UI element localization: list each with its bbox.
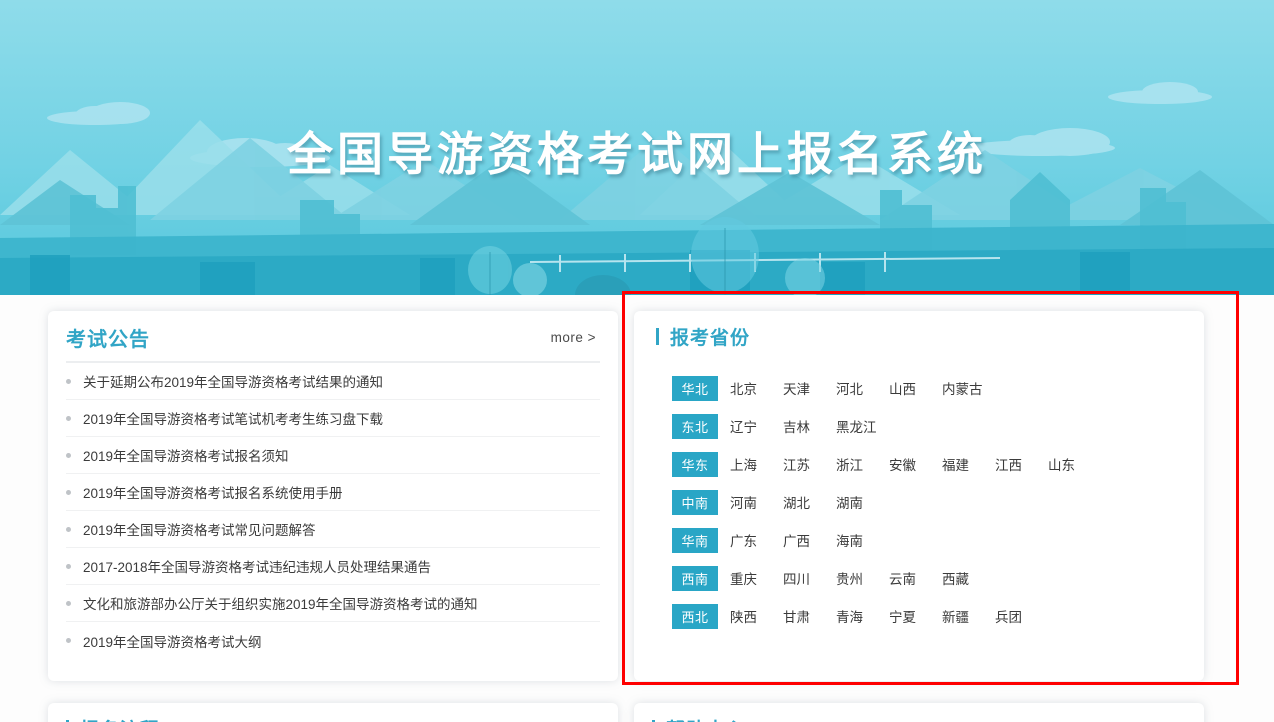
announcement-link[interactable]: 2019年全国导游资格考试大纲	[83, 631, 262, 651]
province-link-安徽[interactable]: 安徽	[889, 454, 942, 474]
province-link-宁夏[interactable]: 宁夏	[889, 606, 942, 626]
help-center-title: 帮助中心	[666, 715, 746, 722]
announcement-list-item[interactable]: 2019年全国导游资格考试大纲	[66, 622, 600, 659]
region-badge-西南[interactable]: 西南	[672, 566, 718, 591]
page-root: 全国导游资格考试网上报名系统 考试公告 more > 关于延期公布2019年全国…	[0, 0, 1274, 722]
region-badge-华东[interactable]: 华东	[672, 452, 718, 477]
region-badge-西北[interactable]: 西北	[672, 604, 718, 629]
province-link-兵团[interactable]: 兵团	[995, 606, 1048, 626]
province-link-list: 河南湖北湖南	[730, 492, 889, 512]
province-link-四川[interactable]: 四川	[783, 568, 836, 588]
registration-flow-title: 报名流程	[80, 715, 160, 722]
bullet-icon	[66, 527, 71, 532]
region-badge-东北[interactable]: 东北	[672, 414, 718, 439]
province-link-辽宁[interactable]: 辽宁	[730, 416, 783, 436]
province-link-陕西[interactable]: 陕西	[730, 606, 783, 626]
announcement-list: 关于延期公布2019年全国导游资格考试结果的通知 2019年全国导游资格考试笔试机…	[48, 363, 618, 659]
registration-flow-header: 报名流程	[48, 703, 618, 722]
province-link-江苏[interactable]: 江苏	[783, 454, 836, 474]
province-link-浙江[interactable]: 浙江	[836, 454, 889, 474]
help-center-panel: 帮助中心	[634, 703, 1204, 722]
province-link-list: 重庆四川贵州云南西藏	[730, 568, 995, 588]
region-row: 中南河南湖北湖南	[672, 483, 1204, 521]
announcement-list-item[interactable]: 文化和旅游部办公厅关于组织实施2019年全国导游资格考试的通知	[66, 585, 600, 622]
announcement-list-item[interactable]: 2019年全国导游资格考试报名系统使用手册	[66, 474, 600, 511]
province-link-上海[interactable]: 上海	[730, 454, 783, 474]
province-title: 报考省份	[670, 323, 750, 350]
province-link-贵州[interactable]: 贵州	[836, 568, 889, 588]
province-link-江西[interactable]: 江西	[995, 454, 1048, 474]
announcement-list-item[interactable]: 2019年全国导游资格考试报名须知	[66, 437, 600, 474]
province-link-list: 广东广西海南	[730, 530, 889, 550]
announcement-link[interactable]: 2019年全国导游资格考试常见问题解答	[83, 519, 316, 539]
region-badge-华南[interactable]: 华南	[672, 528, 718, 553]
province-link-黑龙江[interactable]: 黑龙江	[836, 416, 889, 436]
header-divider	[66, 361, 600, 363]
region-badge-中南[interactable]: 中南	[672, 490, 718, 515]
page-title: 全国导游资格考试网上报名系统	[0, 118, 1274, 184]
province-link-甘肃[interactable]: 甘肃	[783, 606, 836, 626]
region-row: 华东上海江苏浙江安徽福建江西山东	[672, 445, 1204, 483]
province-link-山东[interactable]: 山东	[1048, 454, 1101, 474]
bullet-icon	[66, 453, 71, 458]
province-link-福建[interactable]: 福建	[942, 454, 995, 474]
announcement-link[interactable]: 文化和旅游部办公厅关于组织实施2019年全国导游资格考试的通知	[83, 593, 478, 613]
region-row: 华北北京天津河北山西内蒙古	[672, 369, 1204, 407]
province-link-河北[interactable]: 河北	[836, 378, 889, 398]
announcement-list-item[interactable]: 2017-2018年全国导游资格考试违纪违规人员处理结果通告	[66, 548, 600, 585]
announcement-header: 考试公告 more >	[48, 311, 618, 363]
province-link-吉林[interactable]: 吉林	[783, 416, 836, 436]
province-link-北京[interactable]: 北京	[730, 378, 783, 398]
bullet-icon	[66, 638, 71, 643]
province-link-湖南[interactable]: 湖南	[836, 492, 889, 512]
announcement-list-item[interactable]: 2019年全国导游资格考试笔试机考考生练习盘下载	[66, 400, 600, 437]
region-row: 西南重庆四川贵州云南西藏	[672, 559, 1204, 597]
exam-announcement-panel: 考试公告 more > 关于延期公布2019年全国导游资格考试结果的通知 2019…	[48, 311, 618, 681]
announcement-link[interactable]: 2019年全国导游资格考试报名须知	[83, 445, 289, 465]
announcement-link[interactable]: 2019年全国导游资格考试笔试机考考生练习盘下载	[83, 408, 383, 428]
announcement-link[interactable]: 2019年全国导游资格考试报名系统使用手册	[83, 482, 343, 502]
announcement-list-item[interactable]: 关于延期公布2019年全国导游资格考试结果的通知	[66, 363, 600, 400]
province-link-湖北[interactable]: 湖北	[783, 492, 836, 512]
registration-flow-panel: 报名流程	[48, 703, 618, 722]
province-link-内蒙古[interactable]: 内蒙古	[942, 378, 995, 398]
bullet-icon	[66, 416, 71, 421]
region-row: 西北陕西甘肃青海宁夏新疆兵团	[672, 597, 1204, 635]
province-link-广西[interactable]: 广西	[783, 530, 836, 550]
region-row: 东北辽宁吉林黑龙江	[672, 407, 1204, 445]
province-link-云南[interactable]: 云南	[889, 568, 942, 588]
province-link-山西[interactable]: 山西	[889, 378, 942, 398]
announcement-title: 考试公告	[66, 323, 150, 352]
region-row: 华南广东广西海南	[672, 521, 1204, 559]
province-link-青海[interactable]: 青海	[836, 606, 889, 626]
bullet-icon	[66, 601, 71, 606]
province-link-海南[interactable]: 海南	[836, 530, 889, 550]
accent-bar-icon	[656, 328, 659, 345]
province-link-list: 上海江苏浙江安徽福建江西山东	[730, 454, 1101, 474]
province-link-西藏[interactable]: 西藏	[942, 568, 995, 588]
province-link-天津[interactable]: 天津	[783, 378, 836, 398]
bullet-icon	[66, 564, 71, 569]
province-link-重庆[interactable]: 重庆	[730, 568, 783, 588]
region-badge-华北[interactable]: 华北	[672, 376, 718, 401]
province-link-河南[interactable]: 河南	[730, 492, 783, 512]
province-header: 报考省份	[634, 311, 1204, 361]
province-link-新疆[interactable]: 新疆	[942, 606, 995, 626]
help-center-header: 帮助中心	[634, 703, 1204, 722]
site-banner: 全国导游资格考试网上报名系统	[0, 0, 1274, 295]
province-link-list: 辽宁吉林黑龙江	[730, 416, 889, 436]
province-selection-panel: 报考省份 华北北京天津河北山西内蒙古东北辽宁吉林黑龙江华东上海江苏浙江安徽福建江…	[634, 311, 1204, 681]
province-link-list: 北京天津河北山西内蒙古	[730, 378, 995, 398]
bullet-icon	[66, 490, 71, 495]
province-link-广东[interactable]: 广东	[730, 530, 783, 550]
province-link-list: 陕西甘肃青海宁夏新疆兵团	[730, 606, 1048, 626]
announcement-list-item[interactable]: 2019年全国导游资格考试常见问题解答	[66, 511, 600, 548]
announcement-link[interactable]: 2017-2018年全国导游资格考试违纪违规人员处理结果通告	[83, 556, 431, 576]
region-row-container: 华北北京天津河北山西内蒙古东北辽宁吉林黑龙江华东上海江苏浙江安徽福建江西山东中南…	[634, 361, 1204, 635]
bullet-icon	[66, 379, 71, 384]
announcement-link[interactable]: 关于延期公布2019年全国导游资格考试结果的通知	[83, 371, 383, 391]
more-announcements-link[interactable]: more >	[551, 330, 596, 345]
